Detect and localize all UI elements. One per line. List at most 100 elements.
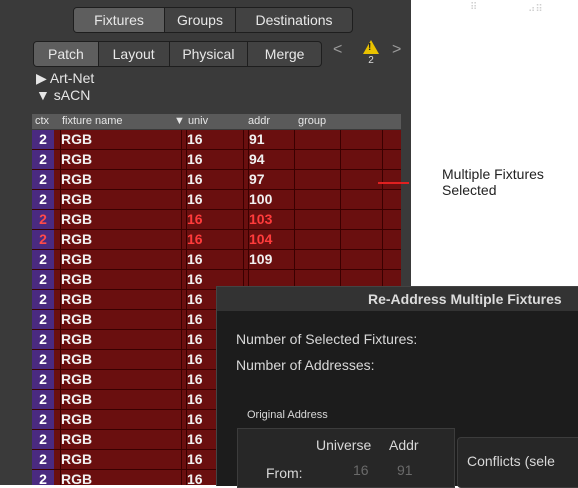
callout-label: Multiple Fixtures Selected (442, 166, 578, 198)
warning-icon: ! (363, 40, 379, 54)
addr-cell: 91 (248, 130, 265, 149)
univ-cell: 16 (186, 210, 203, 229)
ctx-cell: 2 (32, 150, 54, 169)
from-addr-value: 91 (397, 462, 413, 478)
universe-header: Universe (316, 437, 372, 453)
fixture-name-cell: RGB (60, 330, 93, 349)
table-row[interactable]: 2 RGB 16 97 (32, 170, 401, 190)
univ-cell: 16 (186, 130, 203, 149)
table-header: ctx fixture name ▼ univ addr group (32, 114, 401, 129)
ctx-cell: 2 (32, 270, 54, 289)
column-divider (382, 170, 383, 189)
column-divider (181, 230, 182, 249)
ctx-cell: 2 (32, 370, 54, 389)
column-header-addr[interactable]: addr (248, 114, 270, 129)
column-header-ctx[interactable]: ctx (35, 114, 49, 129)
ctx-cell: 2 (32, 290, 54, 309)
column-divider (181, 350, 182, 369)
column-divider (294, 190, 295, 209)
fixture-name-cell: RGB (60, 350, 93, 369)
column-divider (181, 310, 182, 329)
univ-cell: 16 (186, 390, 203, 409)
column-divider (294, 230, 295, 249)
column-header-univ[interactable]: ▼ univ (174, 114, 208, 129)
warning-count: 2 (368, 55, 374, 66)
univ-cell: 16 (186, 450, 203, 469)
tab-physical[interactable]: Physical (170, 42, 249, 66)
fixture-name-cell: RGB (60, 310, 93, 329)
fixture-name-cell: RGB (60, 270, 93, 289)
readdress-dialog: Re-Address Multiple Fixtures Number of S… (216, 286, 578, 488)
ctx-cell: 2 (32, 310, 54, 329)
tab-merge[interactable]: Merge (248, 42, 321, 66)
selected-fixtures-label: Number of Selected Fixtures: (236, 331, 418, 347)
sub-tab-bar: Patch Layout Physical Merge (33, 41, 322, 67)
warning-indicator[interactable]: ! 2 (358, 40, 384, 66)
chevron-right-icon[interactable]: > (392, 41, 401, 59)
disclosure-collapsed-icon[interactable]: ▶ (36, 70, 47, 86)
ctx-cell: 2 (32, 430, 54, 449)
column-divider (243, 150, 244, 169)
univ-cell: 16 (186, 310, 203, 329)
tab-destinations[interactable]: Destinations (236, 8, 352, 32)
tab-patch[interactable]: Patch (34, 42, 99, 66)
table-row[interactable]: 2 RGB 16 109 (32, 250, 401, 270)
dialog-title-bar: Re-Address Multiple Fixtures (217, 287, 578, 311)
chevron-left-icon[interactable]: < (333, 41, 342, 59)
conflicts-label: Conflicts (sele (467, 453, 555, 469)
column-divider (382, 210, 383, 229)
addr-cell: 104 (248, 230, 273, 249)
table-row[interactable]: 2 RGB 16 104 (32, 230, 401, 250)
fixture-name-cell: RGB (60, 470, 92, 485)
fixture-name-cell: RGB (60, 190, 93, 209)
column-divider (181, 190, 182, 209)
column-divider (382, 250, 383, 269)
number-of-addresses-label: Number of Addresses: (236, 357, 375, 373)
tab-layout[interactable]: Layout (99, 42, 170, 66)
tree-item-sacn[interactable]: ▼ sACN (36, 87, 90, 103)
column-divider (181, 390, 182, 409)
column-divider (243, 210, 244, 229)
column-divider (243, 250, 244, 269)
from-universe-value: 16 (353, 462, 369, 478)
column-divider (340, 170, 341, 189)
column-divider (294, 210, 295, 229)
fixture-name-cell: RGB (60, 290, 93, 309)
column-divider (382, 130, 383, 149)
univ-cell: 16 (186, 230, 203, 249)
tab-groups[interactable]: Groups (165, 8, 236, 32)
ctx-cell: 2 (32, 170, 54, 189)
from-label: From: (266, 465, 303, 481)
fixture-name-cell: RGB (60, 150, 93, 169)
ctx-cell: 2 (32, 130, 54, 149)
ctx-cell: 2 (32, 450, 54, 469)
fixture-name-cell: RGB (60, 230, 93, 249)
tab-fixtures[interactable]: Fixtures (74, 8, 165, 32)
column-divider (181, 170, 182, 189)
column-header-fixture-name[interactable]: fixture name (62, 114, 123, 129)
column-divider (340, 230, 341, 249)
addr-cell: 97 (248, 170, 265, 189)
fixture-name-cell: RGB (60, 430, 93, 449)
decorative-dots: ⠴⠿ (528, 4, 543, 15)
column-divider (340, 210, 341, 229)
table-row[interactable]: 2 RGB 16 100 (32, 190, 401, 210)
table-row[interactable]: 2 RGB 16 94 (32, 150, 401, 170)
ctx-cell: 2 (32, 210, 54, 229)
table-row[interactable]: 2 RGB 16 91 (32, 130, 401, 150)
fixture-name-cell: RGB (60, 450, 93, 469)
ctx-cell: 2 (32, 390, 54, 409)
disclosure-expanded-icon[interactable]: ▼ (36, 87, 50, 103)
table-row[interactable]: 2 RGB 16 103 (32, 210, 401, 230)
fixture-name-cell: RGB (60, 370, 93, 389)
univ-cell: 16 (186, 290, 203, 309)
tree-item-artnet[interactable]: ▶ Art-Net (36, 70, 94, 87)
column-header-group[interactable]: group (298, 114, 326, 129)
column-divider (181, 430, 182, 449)
column-divider (340, 250, 341, 269)
univ-cell: 16 (186, 410, 203, 429)
univ-cell: 16 (186, 150, 203, 169)
ctx-cell: 2 (32, 410, 54, 429)
column-divider (243, 190, 244, 209)
addr-cell: 94 (248, 150, 265, 169)
